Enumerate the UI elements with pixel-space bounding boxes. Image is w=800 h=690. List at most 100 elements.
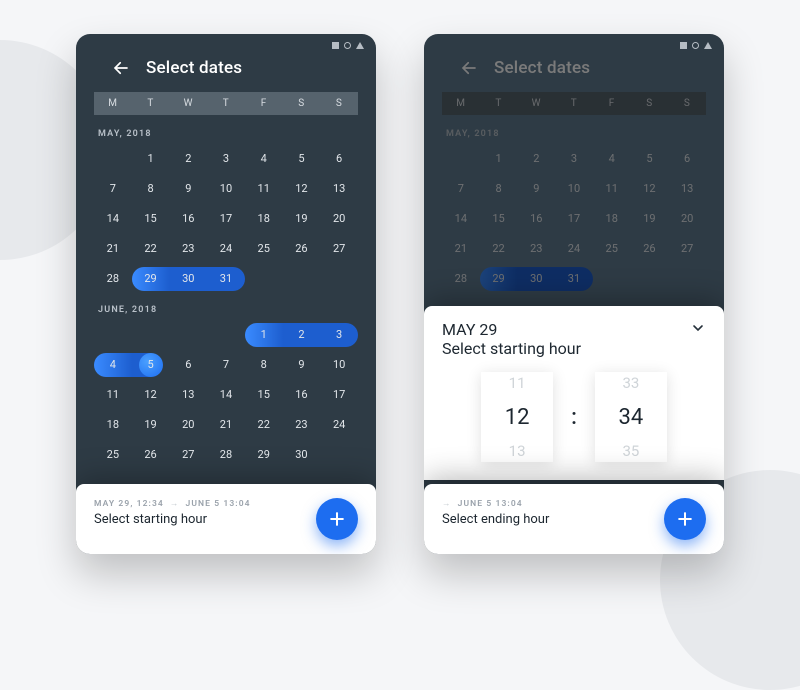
calendar-day[interactable]: 14 <box>442 207 480 231</box>
calendar-day[interactable]: 22 <box>480 237 518 261</box>
calendar-day[interactable]: 20 <box>668 207 706 231</box>
add-button[interactable] <box>316 498 358 540</box>
calendar-day[interactable]: 21 <box>442 237 480 261</box>
calendar-day[interactable]: 30 <box>283 443 321 467</box>
hour-wheel[interactable]: 11 12 13 <box>481 372 553 462</box>
calendar-day[interactable]: 11 <box>94 383 132 407</box>
calendar-day[interactable]: 3 <box>555 147 593 171</box>
calendar-day[interactable]: 20 <box>320 207 358 231</box>
calendar-day[interactable]: 15 <box>245 383 283 407</box>
calendar-day[interactable]: 4 <box>94 353 132 377</box>
calendar-day[interactable]: 24 <box>555 237 593 261</box>
calendar-day[interactable]: 30 <box>169 267 207 291</box>
back-arrow-icon[interactable] <box>112 59 130 77</box>
calendar-day[interactable]: 23 <box>169 237 207 261</box>
calendar-day[interactable]: 22 <box>245 413 283 437</box>
calendar-day[interactable]: 9 <box>169 177 207 201</box>
calendar-day[interactable]: 25 <box>593 237 631 261</box>
calendar-day[interactable]: 3 <box>207 147 245 171</box>
calendar-day[interactable]: 17 <box>320 383 358 407</box>
calendar-day[interactable]: 22 <box>132 237 170 261</box>
calendar-day[interactable]: 11 <box>593 177 631 201</box>
calendar-day[interactable]: 8 <box>480 177 518 201</box>
calendar-day[interactable]: 20 <box>169 413 207 437</box>
calendar-day[interactable]: 18 <box>245 207 283 231</box>
calendar-day[interactable]: 14 <box>94 207 132 231</box>
calendar-day[interactable]: 29 <box>245 443 283 467</box>
calendar-day[interactable]: 16 <box>169 207 207 231</box>
calendar-day[interactable]: 15 <box>132 207 170 231</box>
chevron-down-icon[interactable] <box>690 320 706 340</box>
calendar-day[interactable]: 19 <box>132 413 170 437</box>
calendar-day[interactable]: 18 <box>593 207 631 231</box>
calendar-day[interactable]: 8 <box>132 177 170 201</box>
calendar-day[interactable]: 12 <box>631 177 669 201</box>
calendar-day[interactable]: 18 <box>94 413 132 437</box>
add-button[interactable] <box>664 498 706 540</box>
calendar-day[interactable]: 28 <box>207 443 245 467</box>
calendar-day[interactable]: 26 <box>132 443 170 467</box>
calendar-day[interactable]: 6 <box>320 147 358 171</box>
calendar-day[interactable]: 21 <box>207 413 245 437</box>
calendar-day[interactable]: 1 <box>245 323 283 347</box>
bottom-sheet-end[interactable]: → JUNE 5 13:04 Select ending hour <box>424 484 724 554</box>
calendar-day[interactable]: 27 <box>169 443 207 467</box>
calendar-day[interactable]: 5 <box>283 147 321 171</box>
calendar-day[interactable]: 12 <box>132 383 170 407</box>
bottom-sheet-start[interactable]: MAY 29, 12:34 → JUNE 5 13:04 Select star… <box>76 484 376 554</box>
calendar-day[interactable]: 10 <box>320 353 358 377</box>
calendar-day[interactable]: 30 <box>517 267 555 291</box>
calendar-day[interactable]: 7 <box>207 353 245 377</box>
calendar-day[interactable]: 5 <box>631 147 669 171</box>
calendar-day[interactable]: 25 <box>94 443 132 467</box>
calendar-day[interactable]: 29 <box>132 267 170 291</box>
calendar-day[interactable]: 27 <box>320 237 358 261</box>
calendar-day[interactable]: 16 <box>283 383 321 407</box>
calendar-day[interactable]: 24 <box>320 413 358 437</box>
calendar-day[interactable]: 16 <box>517 207 555 231</box>
calendar-day[interactable]: 7 <box>94 177 132 201</box>
calendar-day[interactable]: 5 <box>132 353 170 377</box>
calendar-day[interactable]: 10 <box>207 177 245 201</box>
calendar-day[interactable]: 7 <box>442 177 480 201</box>
calendar-day[interactable]: 31 <box>207 267 245 291</box>
calendar-day[interactable]: 9 <box>283 353 321 377</box>
calendar-day[interactable]: 11 <box>245 177 283 201</box>
calendar-day[interactable]: 24 <box>207 237 245 261</box>
calendar-day[interactable]: 17 <box>207 207 245 231</box>
calendar-day[interactable]: 15 <box>480 207 518 231</box>
calendar-day[interactable]: 26 <box>283 237 321 261</box>
calendar-day[interactable]: 25 <box>245 237 283 261</box>
calendar-day[interactable]: 28 <box>442 267 480 291</box>
calendar-day[interactable]: 2 <box>169 147 207 171</box>
calendar-day[interactable]: 13 <box>320 177 358 201</box>
calendar-day[interactable]: 2 <box>517 147 555 171</box>
calendar-day[interactable]: 29 <box>480 267 518 291</box>
calendar-day[interactable]: 4 <box>593 147 631 171</box>
calendar-day[interactable]: 27 <box>668 237 706 261</box>
calendar-day[interactable]: 6 <box>668 147 706 171</box>
calendar-day[interactable]: 2 <box>283 323 321 347</box>
calendar-day[interactable]: 23 <box>283 413 321 437</box>
calendar-day[interactable]: 8 <box>245 353 283 377</box>
minute-wheel[interactable]: 33 34 35 <box>595 372 667 462</box>
calendar-day[interactable]: 23 <box>517 237 555 261</box>
calendar-day[interactable]: 21 <box>94 237 132 261</box>
calendar-day[interactable]: 3 <box>320 323 358 347</box>
calendar-day[interactable]: 1 <box>480 147 518 171</box>
calendar-day[interactable]: 26 <box>631 237 669 261</box>
calendar-day[interactable]: 9 <box>517 177 555 201</box>
calendar-day[interactable]: 31 <box>555 267 593 291</box>
calendar-day[interactable]: 17 <box>555 207 593 231</box>
calendar-day[interactable]: 19 <box>283 207 321 231</box>
calendar-day[interactable]: 28 <box>94 267 132 291</box>
calendar-day[interactable]: 12 <box>283 177 321 201</box>
calendar-day[interactable]: 4 <box>245 147 283 171</box>
calendar-day[interactable]: 1 <box>132 147 170 171</box>
calendar-day[interactable]: 6 <box>169 353 207 377</box>
back-arrow-icon[interactable] <box>460 59 478 77</box>
calendar-day[interactable]: 13 <box>169 383 207 407</box>
calendar-day[interactable]: 13 <box>668 177 706 201</box>
calendar-day[interactable]: 14 <box>207 383 245 407</box>
calendar-day[interactable]: 19 <box>631 207 669 231</box>
